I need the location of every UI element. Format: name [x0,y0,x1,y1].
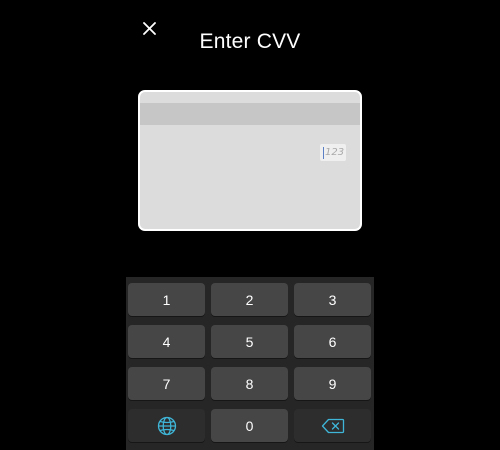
text-cursor [323,146,324,159]
key-6[interactable]: 6 [294,325,371,358]
key-5[interactable]: 5 [211,325,288,358]
numeric-keypad: 1 2 3 4 5 6 7 8 9 0 [126,277,374,450]
cvv-placeholder: 123 [325,146,345,158]
key-4[interactable]: 4 [128,325,205,358]
key-7[interactable]: 7 [128,367,205,400]
cvv-field[interactable]: 123 [320,144,346,161]
key-1[interactable]: 1 [128,283,205,316]
key-2[interactable]: 2 [211,283,288,316]
language-key[interactable] [128,409,205,442]
backspace-icon [321,418,344,433]
key-3[interactable]: 3 [294,283,371,316]
key-9[interactable]: 9 [294,367,371,400]
card-back-illustration: 123 [138,90,362,231]
globe-icon [157,416,176,435]
magnetic-stripe [140,103,360,125]
page-title: Enter CVV [199,30,301,53]
key-8[interactable]: 8 [211,367,288,400]
backspace-key[interactable] [294,409,371,442]
key-0[interactable]: 0 [211,409,288,442]
cvv-entry-screen: Enter CVV 123 1 2 3 4 5 6 7 8 9 0 [0,0,500,450]
